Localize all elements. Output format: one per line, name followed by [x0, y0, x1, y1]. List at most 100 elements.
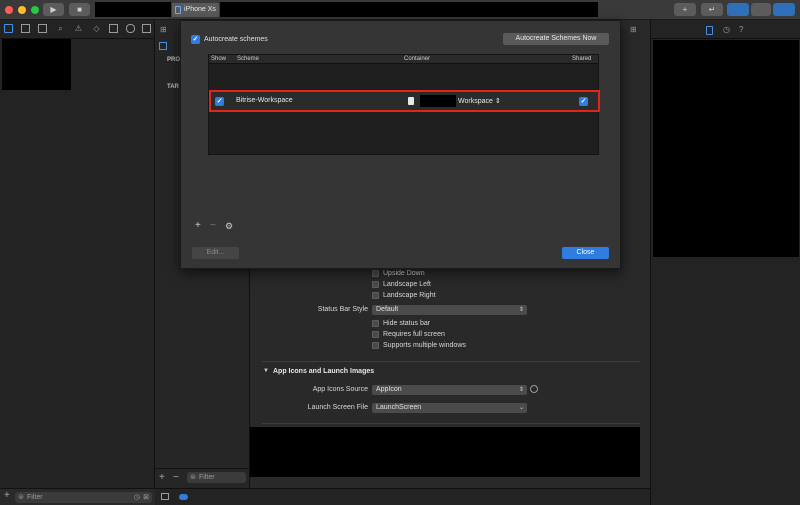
folder-icon[interactable] [4, 24, 13, 33]
navigator-filter-bar: + ⊜ Filter ◷ ⊠ [0, 488, 155, 505]
status-bar-style-popup[interactable]: Default ⇕ [372, 305, 527, 315]
edit-button[interactable]: Edit... [192, 247, 239, 259]
play-icon: ▶ [50, 5, 57, 14]
sidebar-toggle-icon[interactable] [159, 42, 167, 50]
filter-placeholder: Filter [27, 494, 43, 501]
library-button[interactable]: + [674, 3, 696, 16]
autocreate-checkbox[interactable]: ✓ [191, 35, 200, 44]
launch-screen-popup[interactable]: LaunchScreen ⌄ [372, 403, 527, 413]
option-label: Landscape Left [383, 280, 431, 288]
status-option[interactable]: Hide status bar [372, 318, 430, 328]
remove-target-button[interactable]: − [173, 473, 179, 483]
find-icon[interactable]: ⌕ [56, 24, 65, 33]
add-scheme-button[interactable]: + [195, 221, 201, 231]
filter-icon: ⊜ [190, 474, 196, 481]
zoom-window-button[interactable] [31, 6, 39, 14]
column-scheme[interactable]: Scheme [237, 56, 259, 62]
inspector-divider [651, 38, 800, 39]
add-file-button[interactable]: + [4, 491, 10, 501]
checkbox[interactable] [372, 319, 379, 327]
autocreate-schemes-option[interactable]: ✓ Autocreate schemes [191, 35, 268, 44]
warning-icon[interactable]: ⚠ [74, 24, 83, 33]
orientation-option[interactable]: Upside Down [372, 268, 425, 278]
destination-label: iPhone Xs [184, 6, 216, 13]
app-icons-source-popup[interactable]: AppIcon ⇕ [372, 385, 527, 395]
popup-value: Default [376, 306, 399, 313]
add-editor-icon[interactable]: ⊞ [630, 25, 637, 34]
close-button[interactable]: Close [562, 247, 609, 259]
popup-value: LaunchScreen [376, 404, 422, 411]
filter-placeholder: Filter [199, 474, 215, 481]
column-shared[interactable]: Shared [572, 56, 591, 62]
popup-arrows-icon: ⇕ [518, 307, 524, 313]
navigator-pane: ⌕ ⚠ ◇ + ⊜ Filter ◷ ⊠ [0, 20, 155, 505]
popup-value: AppIcon [376, 386, 402, 393]
targets-section-header: TAR [167, 84, 179, 90]
disclosure-triangle-icon[interactable]: ▼ [263, 368, 269, 374]
add-target-button[interactable]: + [159, 473, 165, 483]
option-label: Hide status bar [383, 319, 431, 327]
title-bar: ▶ ■ iPhone Xs + ↵ [0, 0, 800, 20]
breakpoint-icon[interactable] [126, 24, 135, 33]
debug-bar [155, 488, 650, 505]
checkbox[interactable] [372, 341, 379, 349]
table-header: Show Scheme Container Shared [209, 55, 598, 64]
manage-schemes-sheet: ✓ Autocreate schemes Autocreate Schemes … [180, 20, 621, 269]
highlight-box [209, 90, 600, 112]
remove-scheme-button[interactable]: − [210, 221, 216, 231]
gear-icon[interactable]: ⚙ [225, 221, 233, 231]
toggle-debug-area-button[interactable] [751, 3, 771, 16]
status-bar-style-label: Status Bar Style [317, 306, 368, 313]
option-label: Requires full screen [383, 330, 445, 338]
column-container[interactable]: Container [404, 56, 430, 62]
option-label: Landscape Right [383, 291, 436, 299]
history-inspector-icon[interactable]: ◷ [723, 25, 730, 34]
help-inspector-icon[interactable]: ? [739, 25, 743, 34]
return-arrow-icon: ↵ [708, 5, 716, 14]
checkbox[interactable] [372, 291, 379, 299]
toggle-inspector-button[interactable] [773, 3, 795, 16]
checkbox[interactable] [372, 280, 379, 288]
file-inspector-icon[interactable] [706, 26, 713, 35]
run-button[interactable]: ▶ [43, 3, 64, 16]
checkbox[interactable] [372, 269, 379, 277]
toggle-navigator-button[interactable] [727, 3, 749, 16]
recent-files-icon[interactable]: ◷ [134, 492, 140, 503]
hide-debug-area-icon[interactable] [161, 493, 169, 500]
section-divider [262, 361, 640, 362]
app-icons-source-label: App Icons Source [312, 386, 368, 393]
column-show[interactable]: Show [211, 56, 226, 62]
minimize-window-button[interactable] [18, 6, 26, 14]
checkbox[interactable] [372, 330, 379, 338]
clear-filter-icon[interactable]: ⊠ [143, 492, 149, 503]
app-icons-section-title: App Icons and Launch Images [273, 368, 375, 375]
report-icon[interactable] [142, 24, 151, 33]
close-window-button[interactable] [5, 6, 13, 14]
grid-icon[interactable]: ⊞ [160, 25, 167, 34]
middle-filter-input[interactable]: ⊜ Filter [187, 472, 246, 483]
test-icon[interactable]: ◇ [92, 24, 101, 33]
device-icon [175, 6, 181, 14]
orientation-option[interactable]: Landscape Left [372, 279, 431, 289]
navigator-filter-input[interactable]: ⊜ Filter ◷ ⊠ [15, 492, 152, 503]
go-to-asset-icon[interactable] [530, 385, 538, 393]
source-control-icon[interactable] [21, 24, 30, 33]
orientation-option[interactable]: Landscape Right [372, 290, 436, 300]
plus-icon: + [682, 5, 688, 14]
schemes-table: Show Scheme Container Shared ✓ Bitrise-W… [208, 54, 600, 155]
redacted-activity-view [220, 2, 598, 17]
option-label: Supports multiple windows [383, 341, 466, 349]
status-option[interactable]: Requires full screen [372, 329, 445, 339]
stop-button[interactable]: ■ [69, 3, 90, 16]
code-review-button[interactable]: ↵ [701, 3, 723, 16]
destination-selector[interactable]: iPhone Xs [172, 3, 219, 17]
breakpoints-toggle-icon[interactable] [179, 494, 188, 500]
popup-arrows-icon: ⇕ [518, 387, 524, 393]
autocreate-schemes-now-button[interactable]: Autocreate Schemes Now [503, 33, 609, 45]
redacted-file-tree [2, 39, 71, 90]
status-option[interactable]: Supports multiple windows [372, 340, 466, 350]
section-divider [262, 423, 640, 424]
redacted-inspector-content [653, 40, 799, 257]
symbol-icon[interactable] [38, 24, 47, 33]
debug-icon[interactable] [109, 24, 118, 33]
